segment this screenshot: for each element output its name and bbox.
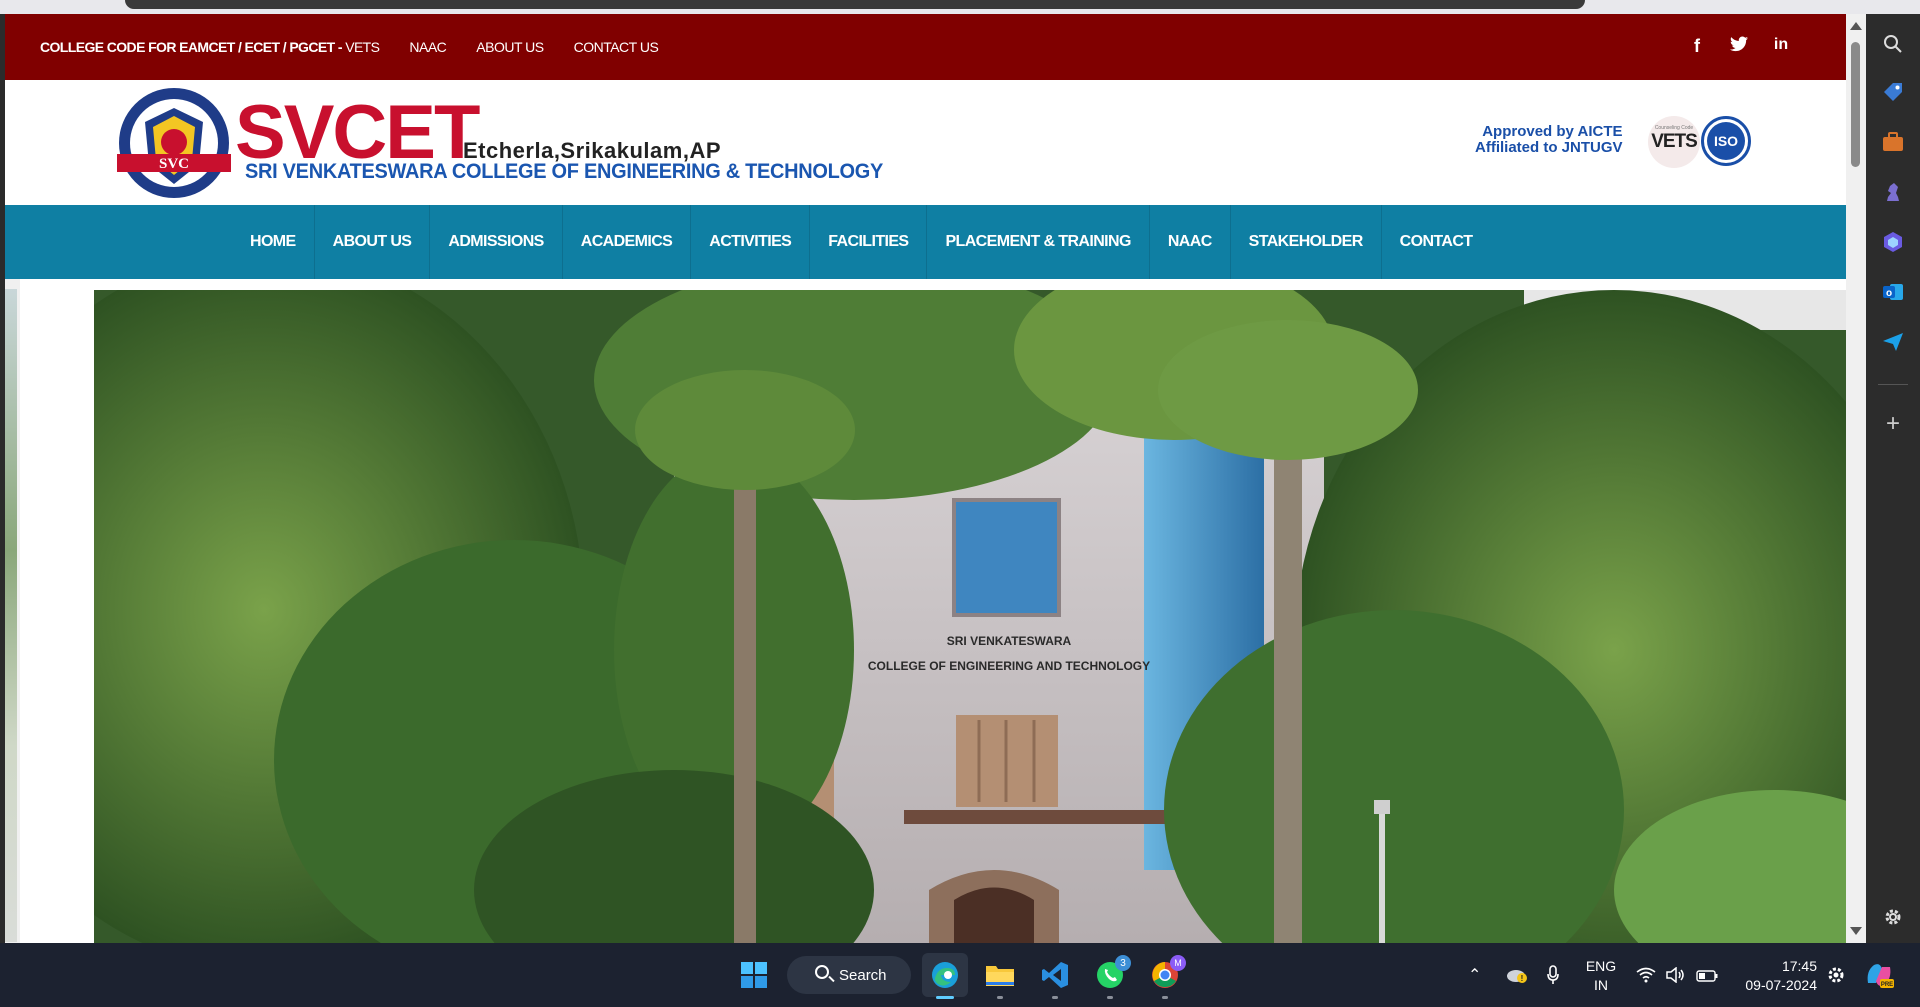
notification-settings-icon[interactable] [1826,965,1846,990]
scrollbar-thumb[interactable] [1851,42,1860,167]
campus-sign-line2: COLLEGE OF ENGINEERING AND TECHNOLOGY [868,659,1150,673]
chrome-icon[interactable]: M [1143,953,1187,999]
shopping-tag-icon[interactable] [1881,80,1905,104]
edge-browser-icon[interactable] [922,953,968,999]
show-hidden-icons-chevron-icon[interactable]: ⌃ [1468,965,1481,985]
scroll-up-arrow-icon[interactable] [1850,22,1862,30]
college-code: COLLEGE CODE FOR EAMCET / ECET / PGCET -… [40,39,380,55]
nav-academics[interactable]: ACADEMICS [563,205,692,279]
affiliated-to: Affiliated to JNTUGV [1475,139,1623,156]
nav-home[interactable]: HOME [232,205,315,279]
brand-name[interactable]: SVCET [235,95,480,171]
nav-admissions[interactable]: ADMISSIONS [430,205,563,279]
nav-facilities[interactable]: FACILITIES [810,205,928,279]
taskbar-search[interactable]: Search [787,956,911,994]
region-code: IN [1594,977,1608,993]
counseling-code-badge: Counseling Code VETS [1648,116,1700,168]
settings-gear-icon[interactable] [1881,905,1905,929]
whatsapp-badge: 3 [1115,955,1131,971]
copilot-icon[interactable] [1881,230,1905,254]
send-icon[interactable] [1881,330,1905,354]
svg-text:!: ! [1521,974,1524,983]
approved-by: Approved by AICTE [1482,123,1623,140]
svg-text:PRE: PRE [1881,982,1893,988]
top-link-about-us[interactable]: ABOUT US [476,39,544,55]
social-links: f in [1687,36,1791,57]
running-indicator [1162,996,1168,999]
windows-taskbar: Search 3 M ⌃ ! ENG IN 17:45 09-07-2024 P… [0,943,1920,1007]
page-scrollbar[interactable] [1846,14,1866,943]
running-indicator [1052,996,1058,999]
volume-icon[interactable] [1666,966,1686,988]
tools-briefcase-icon[interactable] [1881,130,1905,154]
scroll-down-arrow-icon[interactable] [1850,927,1862,935]
whatsapp-icon[interactable]: 3 [1088,953,1132,999]
taskbar-search-label: Search [839,966,887,984]
clock-time: 17:45 [1781,958,1817,974]
top-bar: COLLEGE CODE FOR EAMCET / ECET / PGCET -… [5,14,1846,80]
svg-text:o: o [1886,288,1892,299]
vscode-icon[interactable] [1033,953,1077,999]
linkedin-icon[interactable]: in [1771,36,1791,57]
browser-chrome [0,0,1920,14]
battery-icon[interactable] [1696,969,1718,987]
nav-about-us[interactable]: ABOUT US [315,205,431,279]
sidebar-divider [1878,384,1908,385]
hero-left-edge [5,279,20,943]
search-icon[interactable] [1881,32,1905,56]
onedrive-warning-icon[interactable]: ! [1506,967,1528,988]
taskbar-clock[interactable]: 17:45 09-07-2024 [1735,957,1817,995]
iso-label: ISO [1707,122,1745,160]
approval-text: Approved by AICTE Affiliated to JNTUGV [1475,124,1623,156]
twitter-icon[interactable] [1729,36,1749,57]
nav-naac[interactable]: NAAC [1150,205,1231,279]
college-logo[interactable]: SVC [113,86,235,201]
windows-start-icon[interactable] [732,953,776,997]
nav-stakeholder[interactable]: STAKEHOLDER [1231,205,1382,279]
active-indicator [936,996,954,999]
top-link-naac[interactable]: NAAC [409,39,446,55]
iso-badge: ISO [1701,116,1751,166]
logo-text: SVC [159,156,189,172]
microphone-icon[interactable] [1546,965,1560,990]
nav-contact[interactable]: CONTACT [1382,205,1491,279]
running-indicator [997,996,1003,999]
copilot-taskbar-icon[interactable]: PRE [1864,961,1894,994]
address-bar[interactable] [125,0,1585,9]
page-viewport: COLLEGE CODE FOR EAMCET / ECET / PGCET -… [5,14,1846,943]
chrome-profile-badge: M [1170,955,1186,971]
campus-sign-line1: SRI VENKATESWARA [947,634,1072,648]
site-header: SVC SVCET Etcherla,Srikakulam,AP SRI VEN… [5,80,1846,205]
clock-date: 09-07-2024 [1745,977,1817,993]
games-chess-icon[interactable] [1881,180,1905,204]
counseling-code: VETS [1651,131,1698,152]
language-code: ENG [1585,958,1617,974]
nav-activities[interactable]: ACTIVITIES [691,205,811,279]
file-explorer-icon[interactable] [978,953,1022,999]
facebook-icon[interactable]: f [1687,36,1707,57]
hero-campus-image[interactable]: SRI VENKATESWARA COLLEGE OF ENGINEERING … [94,290,1846,943]
search-icon [815,965,829,979]
top-link-contact-us[interactable]: CONTACT US [574,39,659,55]
main-navigation: HOME ABOUT US ADMISSIONS ACADEMICS ACTIV… [5,205,1846,279]
counseling-code-label: Counseling Code [1654,125,1694,131]
add-icon[interactable]: + [1881,410,1905,437]
college-full-name: SRI VENKATESWARA COLLEGE OF ENGINEERING … [245,160,884,183]
wifi-icon[interactable] [1636,967,1656,988]
input-language[interactable]: ENG IN [1584,957,1618,995]
running-indicator [1107,996,1113,999]
nav-placement-training[interactable]: PLACEMENT & TRAINING [927,205,1150,279]
outlook-icon[interactable]: o [1881,280,1905,304]
browser-sidebar: o + [1866,14,1920,943]
